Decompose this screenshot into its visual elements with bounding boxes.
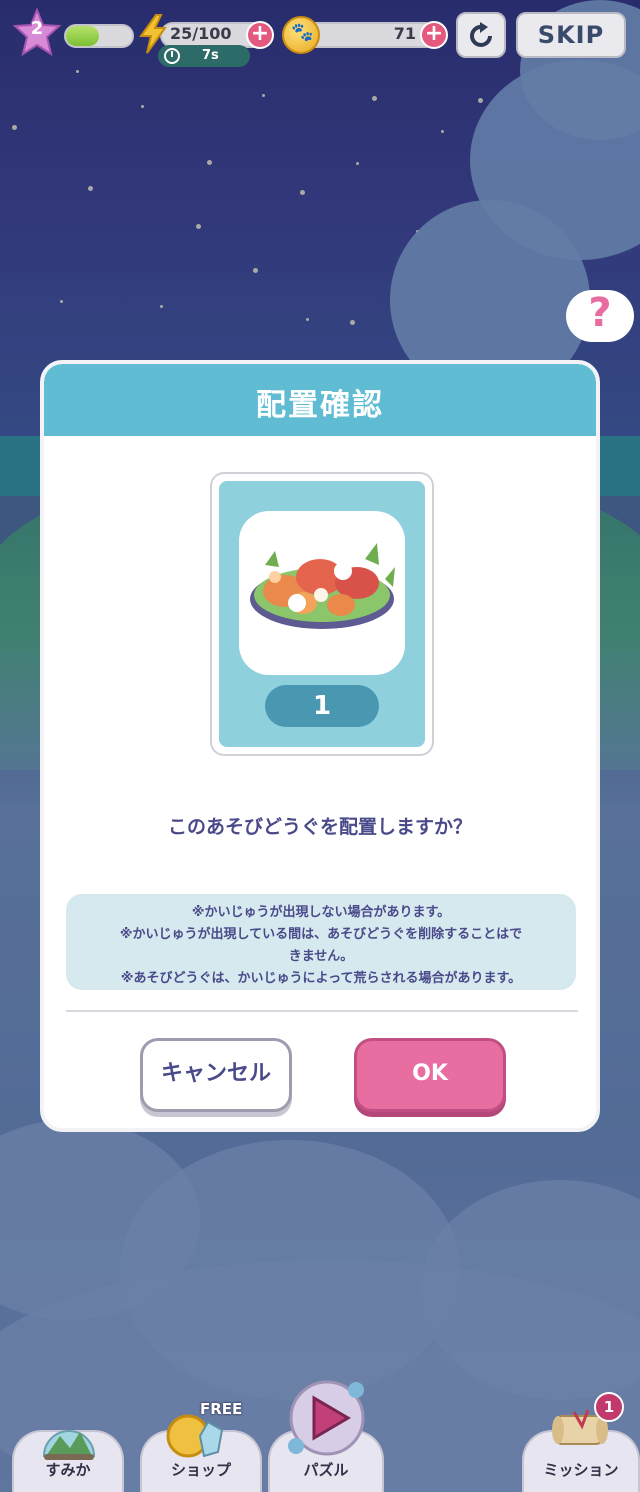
nav-item-mission[interactable]: 1 ミッション <box>522 1392 640 1492</box>
undo-arrow-icon <box>470 22 492 47</box>
notice-box: ※かいじゅうが出現しない場合があります。 ※かいじゅうが出現している間は、あそび… <box>66 894 576 990</box>
puzzle-play-icon <box>288 1380 365 1456</box>
clock-icon <box>164 48 180 64</box>
notice-line: きません。 <box>288 949 354 964</box>
add-coins-button[interactable]: + <box>420 21 448 49</box>
cancel-button[interactable]: キャンセル <box>140 1038 292 1112</box>
divider <box>66 1010 578 1012</box>
nav-item-shop[interactable]: FREE ショップ <box>140 1400 262 1492</box>
notice-line: ※かいじゅうが出現しない場合があります。 <box>191 905 451 920</box>
nav-item-label: ショップ <box>170 1461 231 1479</box>
nav-item-label: すみか <box>45 1461 91 1479</box>
ok-button[interactable]: OK <box>354 1038 506 1112</box>
item-image <box>239 511 405 675</box>
nav-item-puzzle[interactable]: パズル <box>268 1380 384 1492</box>
item-card-inner: 1 <box>219 481 425 747</box>
item-card: 1 <box>210 472 434 756</box>
nav-item-label: パズル <box>303 1461 349 1479</box>
dialog-header: 配置確認 <box>44 364 596 436</box>
nav-item-home[interactable]: すみか <box>12 1422 124 1492</box>
habitat-dome-icon <box>42 1430 96 1460</box>
question-mark-icon: ? <box>588 290 612 336</box>
coin-count: 71 <box>393 24 416 43</box>
top-hud: 2 25/100 + 7s 71 + SKIP <box>0 0 640 80</box>
xp-bar-fill <box>66 26 99 46</box>
flower-bush-icon <box>250 543 395 629</box>
placement-confirm-dialog: 配置確認 1 このあそびどうぐを配置しますか？ ※かいじゅうが出現しない場合があ… <box>40 360 600 1132</box>
confirm-question: このあそびどうぐを配置しますか？ <box>167 816 472 838</box>
add-energy-button[interactable]: + <box>246 21 274 49</box>
undo-button[interactable] <box>456 12 506 58</box>
help-button[interactable]: ? <box>566 284 634 346</box>
dialog-title: 配置確認 <box>256 388 384 423</box>
xp-bar <box>64 24 134 48</box>
energy-count: 25/100 <box>170 24 232 43</box>
energy-timer-text: 7s <box>202 48 219 63</box>
item-quantity: 1 <box>265 685 379 727</box>
skip-button[interactable]: SKIP <box>516 12 626 58</box>
notice-line: ※かいじゅうが出現している間は、あそびどうぐを削除することはで <box>119 927 523 942</box>
player-level: 2 <box>30 18 44 39</box>
nav-item-label: ミッション <box>543 1461 619 1479</box>
energy-timer: 7s <box>158 45 250 67</box>
bottom-nav: すみか FREE ショップ パズル 1 ミッション <box>0 1376 640 1492</box>
mission-badge: 1 <box>594 1392 624 1422</box>
notice-line: ※あそびどうぐは、かいじゅうによって荒らされる場合があります。 <box>120 971 522 986</box>
free-tag: FREE <box>200 1400 243 1418</box>
